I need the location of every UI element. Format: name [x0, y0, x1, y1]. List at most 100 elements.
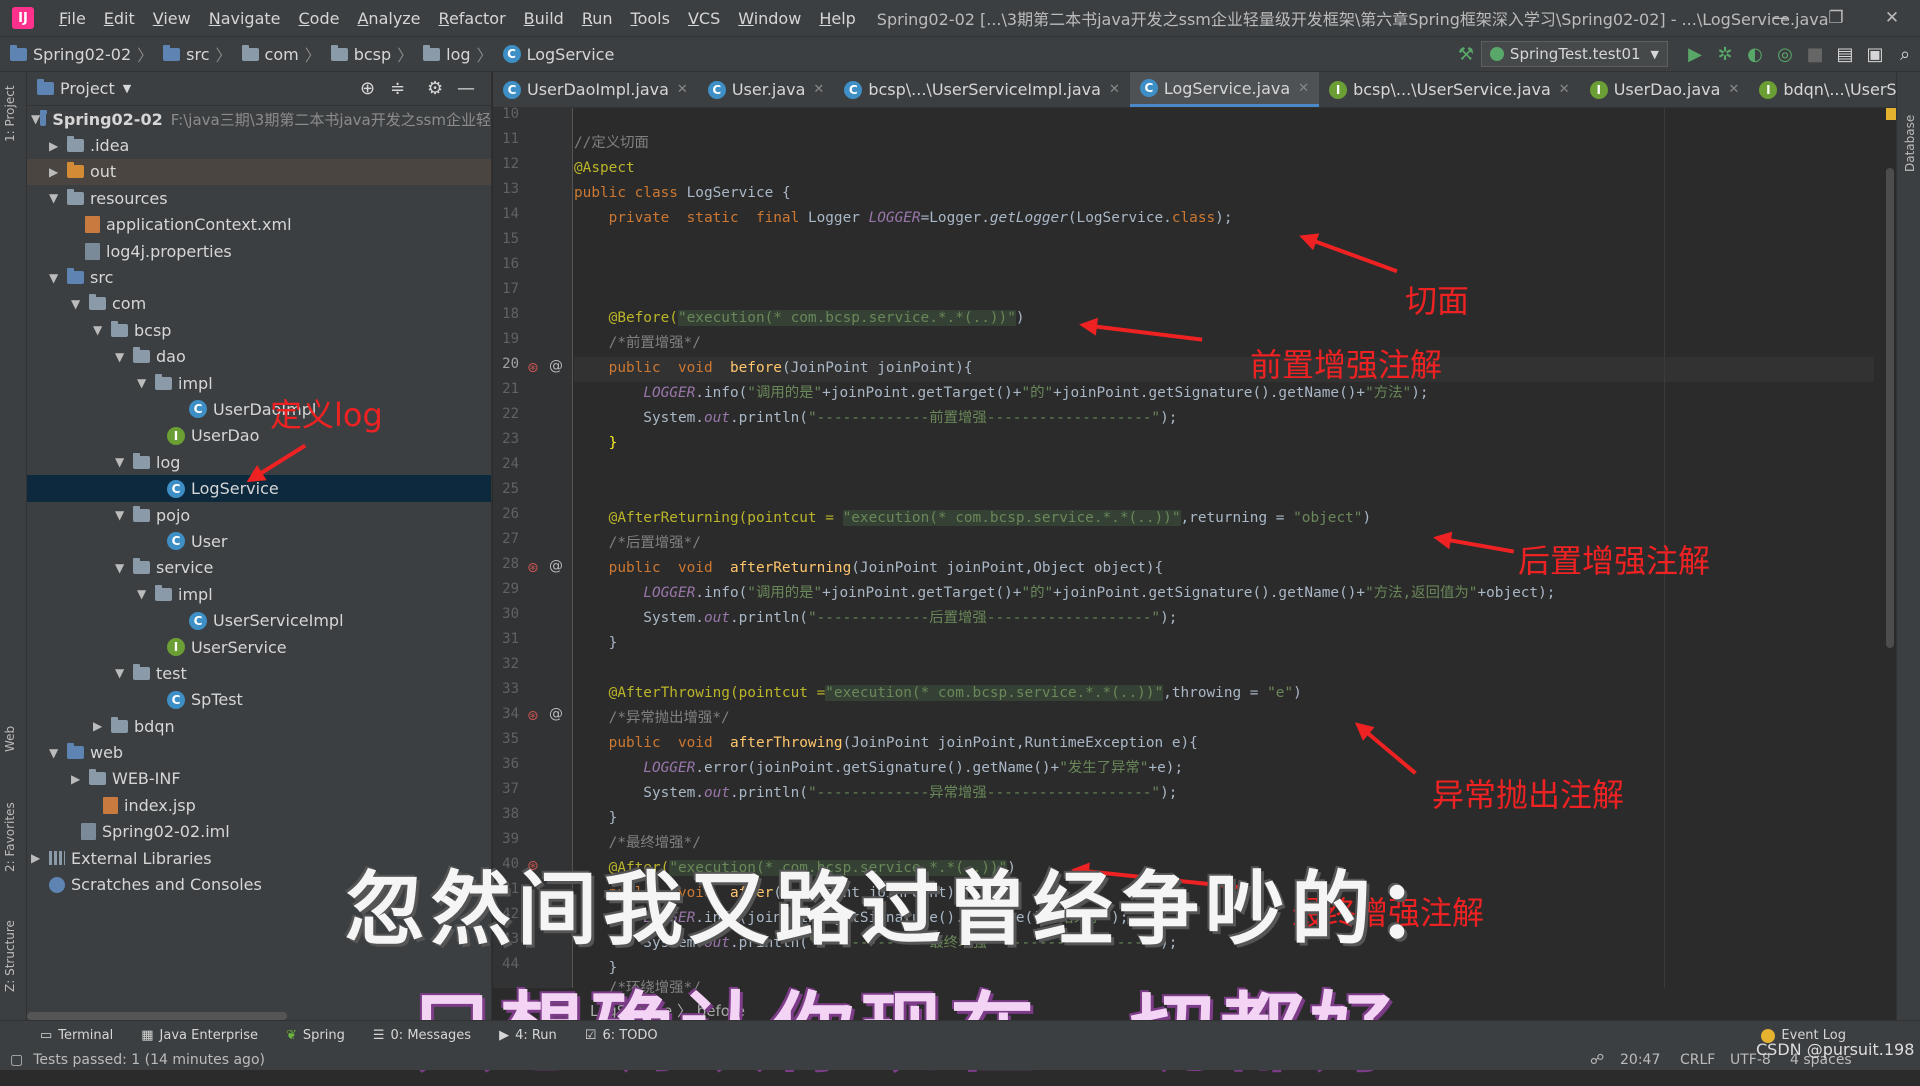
menu-window[interactable]: Window	[729, 9, 810, 28]
gear-icon[interactable]: ⚙	[427, 78, 443, 99]
tree-item[interactable]: ▼ resources	[27, 185, 491, 211]
pointcut-gutter-icon[interactable]: ⊛	[527, 560, 539, 576]
line-separator[interactable]: CRLF	[1680, 1052, 1715, 1068]
tree-item[interactable]: I UserService	[27, 634, 491, 660]
tree-item[interactable]: C User	[27, 528, 491, 554]
debug-icon[interactable]: ✲	[1710, 39, 1740, 69]
web-tool-tab[interactable]: Web	[3, 726, 17, 752]
tree-item[interactable]: I UserDao	[27, 423, 491, 449]
tree-item[interactable]: ▼ impl	[27, 581, 491, 607]
status-square-icon[interactable]: ▢	[10, 1052, 23, 1068]
tree-item[interactable]: ▼ src	[27, 264, 491, 290]
run-icon[interactable]: ▶	[1680, 39, 1710, 69]
menu-navigate[interactable]: Navigate	[200, 9, 290, 28]
scrollbar-thumb[interactable]	[1886, 168, 1894, 648]
favorites-tool-tab[interactable]: 2: Favorites	[3, 802, 17, 872]
tree-item[interactable]: ▼ service	[27, 555, 491, 581]
tree-item[interactable]: ▶ WEB-INF	[27, 766, 491, 792]
tree-item[interactable]: log4j.properties	[27, 238, 491, 264]
crumb-log[interactable]: log 〉	[413, 42, 493, 66]
spring-tab[interactable]: ❦ Spring	[272, 1028, 359, 1043]
terminal-tab[interactable]: ▭ Terminal	[0, 1028, 127, 1043]
menu-edit[interactable]: Edit	[95, 9, 144, 28]
tree-item[interactable]: ▼ bcsp	[27, 317, 491, 343]
search-icon[interactable]: ⌕	[1890, 39, 1920, 69]
database-tool-tab[interactable]: Database	[1903, 115, 1917, 172]
tree-item[interactable]: ▼ com	[27, 291, 491, 317]
project-structure-icon[interactable]: ▤	[1830, 39, 1860, 69]
tree-item[interactable]: ▼ impl	[27, 370, 491, 396]
menu-code[interactable]: Code	[290, 9, 349, 28]
warning-marker-icon[interactable]	[1886, 108, 1896, 120]
menu-file[interactable]: File	[50, 9, 95, 28]
minimize-icon[interactable]: —	[1752, 0, 1808, 36]
horizontal-scrollbar[interactable]	[27, 1012, 287, 1020]
structure-tool-tab[interactable]: Z: Structure	[3, 920, 17, 992]
tree-item[interactable]: index.jsp	[27, 792, 491, 818]
close-icon[interactable]: ✕	[1109, 82, 1120, 97]
tab-user[interactable]: C User.java ✕	[698, 72, 835, 107]
tree-item[interactable]: C UserDaoImpl	[27, 396, 491, 422]
crumb-project[interactable]: Spring02-02 〉	[0, 42, 153, 66]
coverage-icon[interactable]: ◐	[1740, 39, 1770, 69]
menu-tools[interactable]: Tools	[622, 9, 679, 28]
tab-bdqn-userservice[interactable]: Ibdqn\...\UserService.	[1749, 72, 1920, 107]
todo-tab[interactable]: ☑ 6: TODO	[571, 1028, 672, 1043]
menu-build[interactable]: Build	[515, 9, 573, 28]
crumb-com[interactable]: com 〉	[232, 42, 321, 66]
close-icon[interactable]: ✕	[1559, 82, 1570, 97]
menu-help[interactable]: Help	[810, 9, 864, 28]
run-tab[interactable]: ▶ 4: Run	[485, 1028, 571, 1043]
menu-analyze[interactable]: Analyze	[348, 9, 429, 28]
collapse-all-icon[interactable]: ≑	[390, 78, 405, 99]
build-hammer-icon[interactable]: ⚒	[1451, 39, 1481, 69]
java-enterprise-tab[interactable]: ▦ Java Enterprise	[127, 1028, 272, 1043]
locate-icon[interactable]: ⊕	[360, 78, 375, 99]
editor-scrollbar[interactable]	[1884, 108, 1896, 988]
tree-item[interactable]: ▶ out	[27, 158, 491, 186]
tree-item[interactable]: applicationContext.xml	[27, 212, 491, 238]
at-gutter-icon[interactable]: @	[549, 558, 563, 574]
project-tool-tab[interactable]: 1: Project	[3, 85, 17, 142]
restore-icon[interactable]: ❐	[1808, 0, 1864, 36]
stop-icon[interactable]: ■	[1800, 39, 1830, 69]
pointcut-gutter-icon[interactable]: ⊛	[527, 360, 539, 376]
tab-userdaoimpl[interactable]: C UserDaoImpl.java ✕	[493, 72, 698, 107]
pointcut-gutter-icon[interactable]: ⊛	[527, 708, 539, 724]
tab-userservice[interactable]: Ibcsp\...\UserService.java ✕	[1319, 72, 1580, 107]
close-icon[interactable]: ✕	[813, 82, 824, 97]
at-gutter-icon[interactable]: @	[549, 706, 563, 722]
tree-item[interactable]: ▶ .idea	[27, 132, 491, 158]
tab-userdao[interactable]: I UserDao.java ✕	[1580, 72, 1750, 107]
close-icon[interactable]: ✕	[1728, 82, 1739, 97]
tree-item[interactable]: ▶ bdqn	[27, 713, 491, 739]
profile-icon[interactable]: ◎	[1770, 39, 1800, 69]
tree-item[interactable]: ▼ test	[27, 660, 491, 686]
close-icon[interactable]: ✕	[1864, 0, 1920, 36]
menu-vcs[interactable]: VCS	[679, 9, 729, 28]
tree-item[interactable]: ▼ dao	[27, 344, 491, 370]
hide-panel-icon[interactable]: —	[457, 78, 475, 99]
tree-item[interactable]: C SpTest	[27, 687, 491, 713]
menu-run[interactable]: Run	[573, 9, 622, 28]
tree-item[interactable]: ▼ web	[27, 739, 491, 765]
close-icon[interactable]: ✕	[1298, 81, 1309, 96]
tab-logservice[interactable]: C LogService.java ✕	[1129, 72, 1320, 107]
layout-icon[interactable]: ▣	[1860, 39, 1890, 69]
tree-item[interactable]: ▼ pojo	[27, 502, 491, 528]
close-icon[interactable]: ✕	[677, 82, 688, 97]
crumb-logservice[interactable]: C LogService	[493, 45, 614, 64]
menu-refactor[interactable]: Refactor	[430, 9, 515, 28]
caret-position[interactable]: 20:47	[1620, 1052, 1660, 1068]
chevron-down-icon[interactable]: ▼	[123, 82, 131, 95]
tab-userserviceimpl[interactable]: Cbcsp\...\UserServiceImpl.java ✕	[834, 72, 1130, 107]
messages-tab[interactable]: ☰ 0: Messages	[359, 1028, 485, 1043]
crumb-src[interactable]: src 〉	[153, 42, 232, 66]
tree-item[interactable]: C UserServiceImpl	[27, 607, 491, 633]
tree-item[interactable]: ▼ Spring02-02 F:\java三期\3期第二本书java开发之ssm企业…	[27, 106, 491, 132]
menu-view[interactable]: View	[144, 9, 200, 28]
tree-item[interactable]: Spring02-02.iml	[27, 819, 491, 845]
project-view-select[interactable]: Project	[60, 79, 115, 98]
crumb-bcsp[interactable]: bcsp 〉	[321, 42, 413, 66]
status-lock-icon[interactable]: ☍	[1590, 1052, 1604, 1068]
